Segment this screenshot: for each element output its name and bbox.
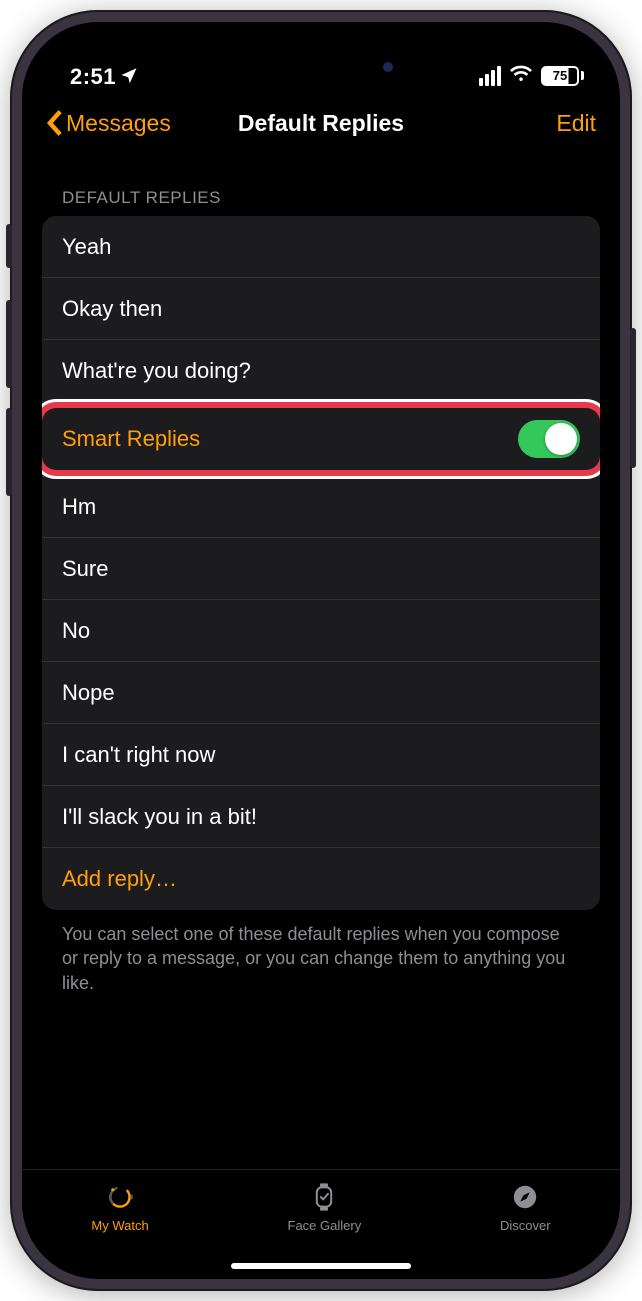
tab-label: My Watch (91, 1218, 148, 1233)
reply-row[interactable]: What're you doing? (42, 340, 600, 402)
tab-label: Discover (500, 1218, 551, 1233)
reply-row[interactable]: No (42, 600, 600, 662)
reply-row[interactable]: Hm (42, 476, 600, 538)
section-footer: You can select one of these default repl… (42, 910, 600, 995)
screen: 2:51 75 Messa (22, 22, 620, 1279)
camera-indicator (383, 62, 393, 72)
tab-my-watch[interactable]: My Watch (91, 1180, 148, 1279)
compass-icon (508, 1180, 542, 1214)
reply-row[interactable]: Okay then (42, 278, 600, 340)
page-title: Default Replies (238, 110, 404, 137)
nav-bar: Messages Default Replies Edit (22, 94, 620, 152)
replies-list: Yeah Okay then What're you doing? Smart … (42, 216, 600, 910)
dynamic-island (231, 44, 411, 90)
battery-indicator: 75 (541, 66, 584, 86)
cellular-icon (479, 66, 501, 86)
tab-label: Face Gallery (288, 1218, 362, 1233)
side-button-vol-down (6, 408, 12, 496)
side-button-vol-up (6, 300, 12, 388)
section-header: DEFAULT REPLIES (42, 188, 600, 216)
phone-frame: 2:51 75 Messa (10, 10, 632, 1291)
location-icon (120, 64, 138, 90)
edit-button[interactable]: Edit (556, 110, 596, 137)
reply-row[interactable]: I'll slack you in a bit! (42, 786, 600, 848)
tab-discover[interactable]: Discover (500, 1180, 551, 1279)
status-time: 2:51 (70, 64, 116, 90)
add-reply-row[interactable]: Add reply… (42, 848, 600, 910)
back-label: Messages (66, 110, 171, 137)
reply-row[interactable]: Yeah (42, 216, 600, 278)
side-button-power (630, 328, 636, 468)
watch-icon (103, 1180, 137, 1214)
smart-replies-row[interactable]: Smart Replies (42, 408, 600, 470)
battery-pct: 75 (553, 68, 567, 83)
face-gallery-icon (307, 1180, 341, 1214)
home-indicator[interactable] (231, 1263, 411, 1269)
side-button-silent (6, 224, 12, 268)
wifi-icon (509, 61, 533, 90)
back-button[interactable]: Messages (46, 109, 171, 137)
smart-replies-label: Smart Replies (62, 426, 518, 452)
content-scroll[interactable]: DEFAULT REPLIES Yeah Okay then What're y… (22, 152, 620, 1169)
smart-replies-toggle[interactable] (518, 420, 580, 458)
reply-row[interactable]: Sure (42, 538, 600, 600)
reply-row[interactable]: I can't right now (42, 724, 600, 786)
toggle-knob (545, 423, 577, 455)
reply-row[interactable]: Nope (42, 662, 600, 724)
